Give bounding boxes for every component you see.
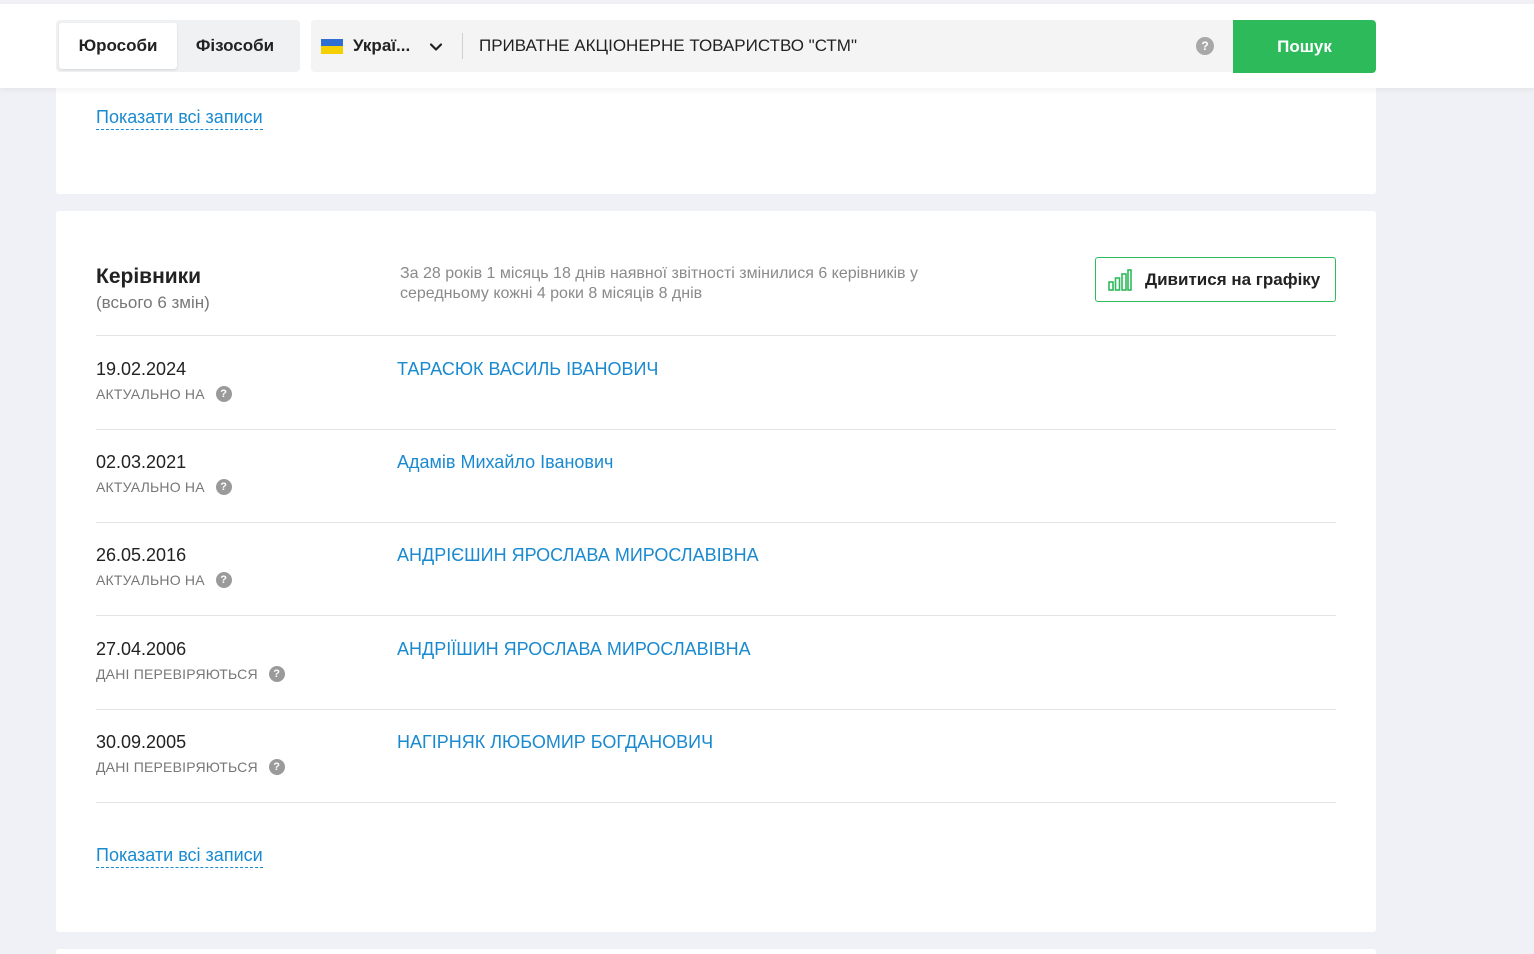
manager-date: 02.03.2021	[96, 452, 187, 472]
manager-row: 02.03.2021 АКТУАЛЬНО НА ? Адамів Михайло…	[96, 428, 1336, 521]
manager-row: 19.02.2024 АКТУАЛЬНО НА ? ТАРАСЮК ВАСИЛЬ…	[96, 335, 1336, 428]
show-all-records-link[interactable]: Показати всі записи	[96, 107, 263, 130]
manager-status: АКТУАЛЬНО НА ?	[96, 479, 232, 495]
country-select[interactable]: Украї...	[311, 20, 463, 72]
bar-chart-icon	[1108, 268, 1132, 291]
search-box: Украї... ?	[311, 20, 1233, 72]
section-title: Керівники	[96, 265, 202, 288]
section-description: За 28 років 1 місяць 18 днів наявної зві…	[400, 265, 918, 302]
manager-name-link[interactable]: АНДРІЄШИН ЯРОСЛАВА МИРОСЛАВІВНА	[397, 545, 759, 566]
help-icon[interactable]: ?	[268, 759, 285, 775]
section-subtitle: (всього 6 змін)	[96, 293, 210, 312]
managers-card: Керівники (всього 6 змін) За 28 років 1 …	[56, 211, 1376, 932]
manager-date: 19.02.2024	[96, 359, 187, 379]
manager-row: 27.04.2006 ДАНІ ПЕРЕВІРЯЮТЬСЯ ? АНДРІЇШИ…	[96, 615, 1336, 708]
manager-row: 26.05.2016 АКТУАЛЬНО НА ? АНДРІЄШИН ЯРОС…	[96, 521, 1336, 614]
manager-date: 27.04.2006	[96, 639, 187, 659]
manager-status: ДАНІ ПЕРЕВІРЯЮТЬСЯ ?	[96, 666, 285, 682]
next-section-card	[56, 949, 1376, 954]
search-divider	[462, 33, 463, 59]
manager-status-label: АКТУАЛЬНО НА	[96, 479, 205, 495]
view-chart-button[interactable]: Дивитися на графіку	[1095, 257, 1336, 302]
divider	[96, 802, 1336, 803]
manager-name-link[interactable]: НАГІРНЯК ЛЮБОМИР БОГДАНОВИЧ	[397, 732, 713, 753]
show-all-records-link[interactable]: Показати всі записи	[96, 845, 263, 868]
manager-status-label: ДАНІ ПЕРЕВІРЯЮТЬСЯ	[96, 666, 258, 682]
manager-date: 26.05.2016	[96, 545, 187, 565]
help-icon[interactable]: ?	[268, 666, 285, 682]
manager-status-label: АКТУАЛЬНО НА	[96, 572, 205, 588]
previous-section-card: Показати всі записи	[56, 84, 1376, 194]
help-icon[interactable]: ?	[215, 386, 232, 402]
manager-status: АКТУАЛЬНО НА ?	[96, 386, 232, 402]
manager-name-link[interactable]: ТАРАСЮК ВАСИЛЬ ІВАНОВИЧ	[397, 359, 658, 380]
help-icon[interactable]: ?	[215, 479, 232, 495]
manager-row: 30.09.2005 ДАНІ ПЕРЕВІРЯЮТЬСЯ ? НАГІРНЯК…	[96, 708, 1336, 801]
manager-name-link[interactable]: Адамів Михайло Іванович	[397, 452, 613, 473]
manager-status: АКТУАЛЬНО НА ?	[96, 572, 232, 588]
country-select-label: Украї...	[353, 36, 411, 55]
manager-name-link[interactable]: АНДРІЇШИН ЯРОСЛАВА МИРОСЛАВІВНА	[397, 639, 751, 660]
search-header: Юрособи Фізособи Украї... ? Пошук	[0, 4, 1534, 88]
help-icon[interactable]: ?	[215, 572, 232, 588]
search-input[interactable]	[473, 20, 1173, 72]
ukraine-flag-icon	[321, 38, 343, 54]
manager-status: ДАНІ ПЕРЕВІРЯЮТЬСЯ ?	[96, 759, 285, 775]
manager-status-label: ДАНІ ПЕРЕВІРЯЮТЬСЯ	[96, 759, 258, 775]
entity-type-switch: Юрособи Фізособи	[56, 20, 300, 72]
chevron-down-icon	[429, 43, 443, 51]
tab-individuals[interactable]: Фізособи	[177, 23, 293, 69]
search-help-icon[interactable]: ?	[1196, 37, 1214, 55]
tab-legal-entities[interactable]: Юрособи	[59, 23, 177, 69]
manager-status-label: АКТУАЛЬНО НА	[96, 386, 205, 402]
view-chart-label: Дивитися на графіку	[1145, 269, 1321, 289]
search-button[interactable]: Пошук	[1233, 20, 1376, 73]
manager-date: 30.09.2005	[96, 732, 187, 752]
